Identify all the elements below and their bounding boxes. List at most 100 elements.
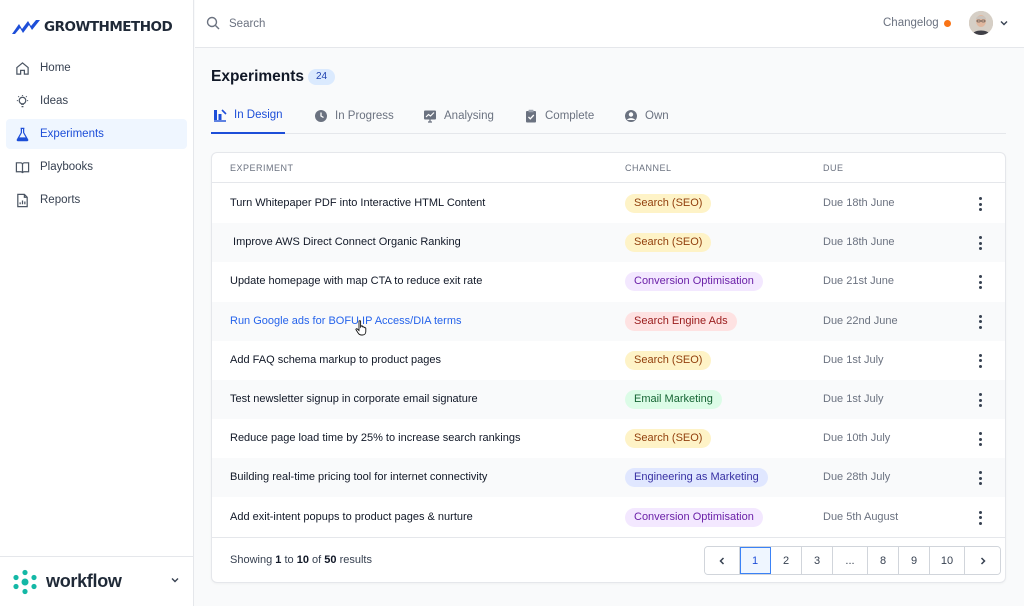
- tab-own[interactable]: Own: [622, 98, 671, 134]
- clock-icon: [315, 110, 327, 122]
- sidebar-item-label: Experiments: [40, 128, 104, 140]
- results-total: 50: [324, 554, 337, 566]
- results-suffix: results: [339, 554, 372, 566]
- experiment-name-link[interactable]: Update homepage with map CTA to reduce e…: [230, 275, 482, 287]
- tab-label: Complete: [545, 110, 595, 122]
- tab-analysing[interactable]: Analysing: [421, 98, 496, 134]
- page-button[interactable]: 2: [771, 547, 802, 574]
- due-date: Due 21st June: [823, 275, 894, 288]
- lightbulb-icon: [14, 93, 30, 109]
- row-actions-menu-icon[interactable]: [972, 509, 988, 527]
- table-row[interactable]: Run Google ads for BOFU IP Access/DIA te…: [212, 301, 1005, 341]
- row-actions-menu-icon[interactable]: [972, 352, 988, 370]
- sidebar-item-ideas[interactable]: Ideas: [6, 86, 187, 116]
- sidebar-item-reports[interactable]: Reports: [6, 185, 187, 215]
- table-footer: Showing 1 to 10 of 50 results 1 2 3 ... …: [212, 537, 1005, 582]
- table-header: EXPERIMENT CHANNEL DUE: [212, 153, 1005, 183]
- sidebar-item-label: Ideas: [40, 95, 69, 107]
- table-row[interactable]: Improve AWS Direct Connect Organic Ranki…: [212, 223, 1005, 263]
- workflow-logo-icon: [13, 569, 37, 594]
- page-button[interactable]: 1: [740, 547, 771, 574]
- workspace-switcher[interactable]: workflow: [0, 556, 194, 606]
- flask-icon: [14, 126, 30, 142]
- results-of-word: of: [312, 554, 322, 566]
- tab-in-progress[interactable]: In Progress: [312, 98, 396, 134]
- column-header-channel[interactable]: CHANNEL: [625, 163, 672, 173]
- report-icon: [14, 192, 30, 208]
- experiment-name-link[interactable]: Add FAQ schema markup to product pages: [230, 354, 441, 366]
- due-date: Due 5th August: [823, 510, 899, 523]
- table-row[interactable]: Reduce page load time by 25% to increase…: [212, 419, 1005, 458]
- tab-complete[interactable]: Complete: [522, 98, 596, 134]
- tabs: In Design In Progress Analysing Complete…: [211, 98, 1006, 134]
- channel-badge: Engineering as Marketing: [625, 468, 768, 488]
- changelog-link[interactable]: Changelog: [883, 17, 939, 29]
- results-prefix: Showing: [230, 554, 273, 566]
- table-row[interactable]: Add exit-intent popups to product pages …: [212, 498, 1005, 537]
- row-actions-menu-icon[interactable]: [972, 195, 988, 213]
- experiment-name-link[interactable]: Test newsletter signup in corporate emai…: [230, 393, 478, 405]
- column-header-due[interactable]: DUE: [823, 163, 844, 173]
- row-actions-menu-icon[interactable]: [972, 430, 988, 448]
- row-actions-menu-icon[interactable]: [972, 234, 988, 252]
- experiment-name-link[interactable]: Turn Whitepaper PDF into Interactive HTM…: [230, 197, 485, 209]
- page-title: Experiments: [211, 68, 305, 85]
- page-button[interactable]: 10: [930, 547, 965, 574]
- previous-page-button[interactable]: [705, 547, 740, 574]
- table-row[interactable]: Update homepage with map CTA to reduce e…: [212, 262, 1005, 301]
- channel-badge: Search (SEO): [625, 429, 712, 449]
- row-actions-menu-icon[interactable]: [972, 313, 988, 331]
- table-row[interactable]: Test newsletter signup in corporate emai…: [212, 380, 1005, 419]
- table-row[interactable]: Turn Whitepaper PDF into Interactive HTM…: [212, 184, 1005, 223]
- experiment-name-link[interactable]: Run Google ads for BOFU IP Access/DIA te…: [230, 315, 462, 327]
- channel-badge: Search (SEO): [625, 350, 712, 370]
- experiment-name-link[interactable]: Building real-time pricing tool for inte…: [230, 471, 487, 483]
- changelog-notification-dot: [944, 20, 951, 27]
- table-row[interactable]: Building real-time pricing tool for inte…: [212, 458, 1005, 498]
- tab-label: Own: [645, 110, 669, 122]
- due-date: Due 22nd June: [823, 314, 898, 327]
- sidebar: GROWTHMETHOD Home Ideas Experiments Play…: [0, 0, 194, 606]
- row-actions-menu-icon[interactable]: [972, 469, 988, 487]
- results-to: 10: [296, 554, 309, 566]
- channel-badge: Conversion Optimisation: [625, 272, 763, 292]
- tab-label: Analysing: [444, 110, 494, 122]
- experiment-name-link[interactable]: Add exit-intent popups to product pages …: [230, 511, 473, 523]
- channel-badge: Conversion Optimisation: [625, 507, 763, 527]
- topbar: Changelog: [195, 0, 1024, 48]
- due-date: Due 18th June: [823, 197, 895, 209]
- avatar[interactable]: [969, 11, 993, 35]
- sidebar-item-label: Playbooks: [40, 161, 94, 173]
- page-button[interactable]: 3: [802, 547, 833, 574]
- row-actions-menu-icon[interactable]: [972, 391, 988, 409]
- experiment-name-link[interactable]: Reduce page load time by 25% to increase…: [230, 432, 520, 444]
- logo-text: GROWTHMETHOD: [44, 19, 173, 35]
- growthmethod-logo[interactable]: GROWTHMETHOD: [12, 17, 173, 37]
- page-button[interactable]: 9: [899, 547, 930, 574]
- analytics-icon: [424, 110, 436, 123]
- sidebar-item-label: Home: [40, 62, 71, 74]
- chevron-down-icon: [171, 578, 179, 583]
- chevron-down-icon[interactable]: [999, 18, 1009, 28]
- book-icon: [14, 159, 30, 175]
- sidebar-item-playbooks[interactable]: Playbooks: [6, 152, 187, 182]
- pagination: 1 2 3 ... 8 9 10: [704, 546, 1001, 575]
- home-icon: [14, 60, 30, 76]
- row-actions-menu-icon[interactable]: [972, 273, 988, 291]
- hand-cursor-icon: [355, 320, 367, 336]
- next-page-button[interactable]: [965, 547, 1000, 574]
- experiment-name-link[interactable]: Improve AWS Direct Connect Organic Ranki…: [230, 236, 461, 248]
- chart-icon: [214, 109, 227, 122]
- count-badge: 24: [308, 69, 336, 85]
- sidebar-item-home[interactable]: Home: [6, 53, 187, 83]
- sidebar-item-experiments[interactable]: Experiments: [6, 119, 187, 149]
- table-row[interactable]: Add FAQ schema markup to product pages Se…: [212, 341, 1005, 380]
- page-ellipsis: ...: [833, 547, 868, 574]
- experiments-table: EXPERIMENT CHANNEL DUE Turn Whitepaper P…: [211, 152, 1006, 583]
- channel-badge: Search Engine Ads: [625, 311, 737, 331]
- column-header-experiment[interactable]: EXPERIMENT: [230, 163, 294, 173]
- tab-in-design[interactable]: In Design: [211, 98, 285, 134]
- tab-label: In Design: [234, 109, 283, 121]
- search-input[interactable]: [229, 14, 529, 34]
- page-button[interactable]: 8: [868, 547, 899, 574]
